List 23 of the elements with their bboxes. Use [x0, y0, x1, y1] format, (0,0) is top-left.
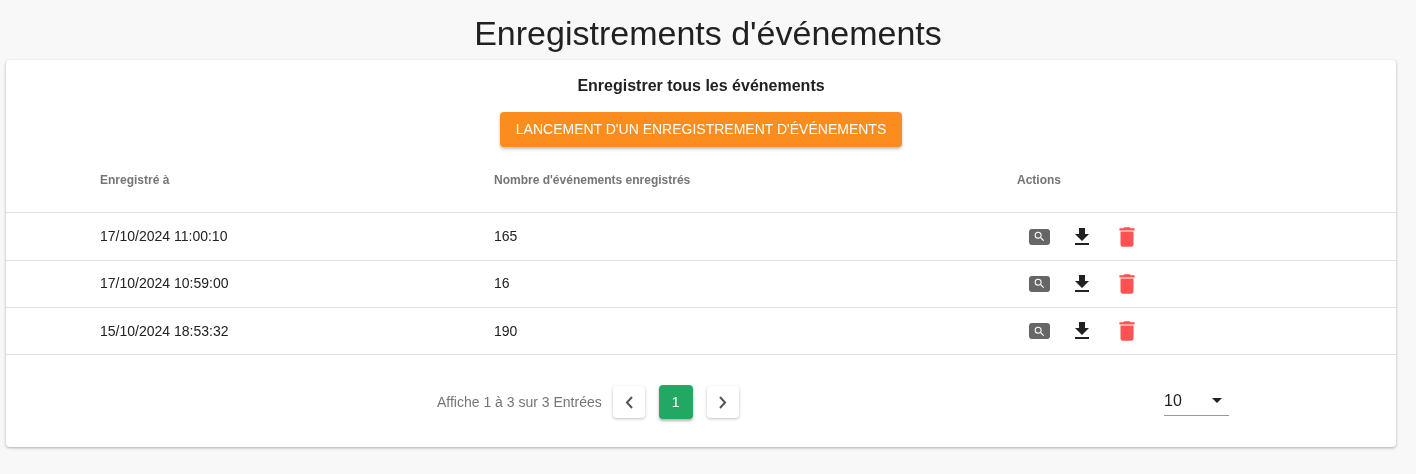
page-button[interactable]: 1	[658, 385, 693, 420]
launch-button[interactable]: LANCEMENT D'UN ENREGISTREMENT D'ÉVÉNEMENTS	[499, 112, 903, 148]
section-title: Enregistrer tous les événements	[577, 76, 825, 96]
chevron-left-icon	[624, 395, 633, 409]
chevron-right-icon	[718, 395, 727, 409]
column-header: Nombre d'événements enregistrés	[494, 171, 691, 189]
table-cell-text: 190	[494, 321, 518, 341]
pagination-summary: Affiche 1 à 3 sur 3 Entrées	[437, 392, 602, 412]
table-cell-text: 17/10/2024 10:59:00	[100, 274, 229, 294]
table-cell-text: 165	[494, 227, 518, 247]
table-cell-text: 15/10/2024 18:53:32	[100, 321, 229, 341]
view-icon[interactable]	[1029, 323, 1050, 340]
previous-page-button[interactable]	[612, 386, 645, 419]
view-icon[interactable]	[1029, 275, 1050, 292]
next-page-button[interactable]	[706, 386, 739, 419]
view-icon[interactable]	[1029, 228, 1050, 245]
page-size-select[interactable]: 10	[1164, 386, 1229, 417]
page-title: Enregistrements d'événements	[474, 13, 942, 53]
column-header: Enregistré à	[100, 171, 170, 189]
column-header: Actions	[1017, 171, 1061, 189]
table-cell-text: 16	[494, 274, 510, 294]
dropdown-arrow-icon	[1212, 398, 1222, 404]
table-cell-text: 17/10/2024 11:00:10	[100, 227, 228, 247]
